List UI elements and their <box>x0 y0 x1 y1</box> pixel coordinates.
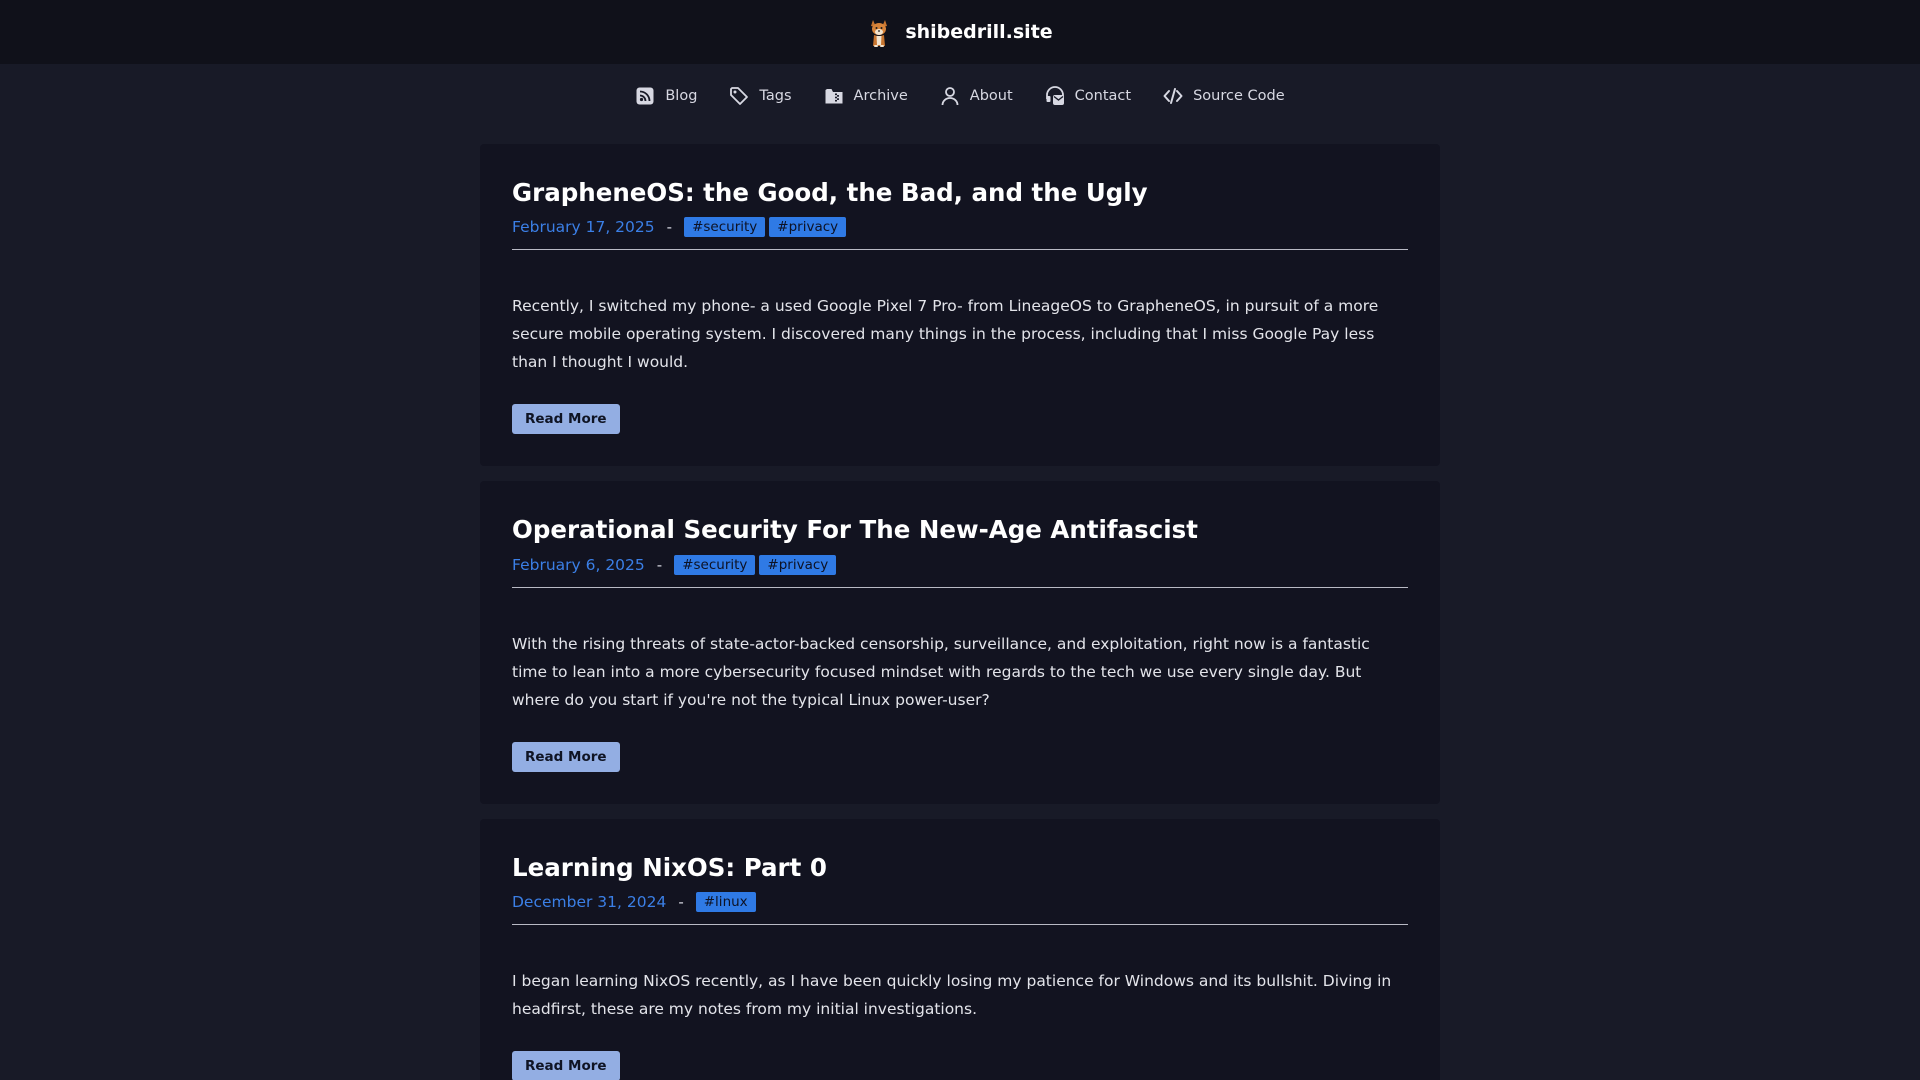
nav-item-blog[interactable]: Blog <box>635 86 697 106</box>
post-date[interactable]: February 17, 2025 <box>512 218 655 236</box>
site-header: shibedrill.site <box>0 0 1920 64</box>
nav-label-contact: Contact <box>1074 88 1132 104</box>
meta-separator: - <box>678 893 684 912</box>
tag-linux[interactable]: #linux <box>695 892 756 913</box>
nav-label-archive: Archive <box>853 88 908 104</box>
post-card: Operational Security For The New-Age Ant… <box>480 481 1440 804</box>
read-more-button[interactable]: Read More <box>512 1051 620 1080</box>
main-nav: Blog Tags Archive About Contact Source C… <box>0 68 1920 124</box>
tag-security[interactable]: #security <box>684 217 766 238</box>
rss-icon <box>635 86 655 106</box>
nav-item-tags[interactable]: Tags <box>729 86 792 106</box>
post-title[interactable]: Operational Security For The New-Age Ant… <box>512 515 1408 544</box>
post-meta: February 17, 2025 - #security #privacy <box>512 217 1408 251</box>
post-date[interactable]: December 31, 2024 <box>512 893 666 911</box>
tag-security[interactable]: #security <box>674 554 756 575</box>
post-meta: December 31, 2024 - #linux <box>512 892 1408 926</box>
nav-item-contact[interactable]: Contact <box>1045 86 1131 106</box>
tag-privacy[interactable]: #privacy <box>759 554 837 575</box>
post-excerpt: Recently, I switched my phone- a used Go… <box>512 297 1379 372</box>
nav-label-blog: Blog <box>665 88 698 104</box>
post-date[interactable]: February 6, 2025 <box>512 556 645 574</box>
shiba-dog-icon[interactable] <box>867 16 891 48</box>
nav-label-about: About <box>969 88 1013 104</box>
meta-separator: - <box>656 555 663 574</box>
nav-item-source-code[interactable]: Source Code <box>1163 86 1285 106</box>
contact-icon <box>1045 86 1065 106</box>
nav-item-about[interactable]: About <box>940 86 1013 106</box>
post-title[interactable]: GrapheneOS: the Good, the Bad, and the U… <box>512 178 1408 207</box>
code-icon <box>1163 86 1183 106</box>
tag-icon <box>729 86 749 106</box>
post-card: GrapheneOS: the Good, the Bad, and the U… <box>480 144 1440 467</box>
person-icon <box>940 86 960 106</box>
read-more-button[interactable]: Read More <box>512 741 620 772</box>
tag-privacy[interactable]: #privacy <box>769 217 847 238</box>
site-title-link[interactable]: shibedrill.site <box>905 21 1052 43</box>
read-more-button[interactable]: Read More <box>512 404 620 435</box>
post-list: GrapheneOS: the Good, the Bad, and the U… <box>480 144 1440 1080</box>
post-excerpt: I began learning NixOS recently, as I ha… <box>512 972 1392 1019</box>
archive-icon <box>824 86 844 106</box>
post-title[interactable]: Learning NixOS: Part 0 <box>512 853 1408 882</box>
nav-item-archive[interactable]: Archive <box>824 86 908 106</box>
nav-label-tags: Tags <box>759 88 792 104</box>
post-card: Learning NixOS: Part 0 December 31, 2024… <box>480 818 1440 1080</box>
meta-separator: - <box>666 218 673 237</box>
nav-label-source-code: Source Code <box>1193 88 1285 104</box>
post-excerpt: With the rising threats of state-actor-b… <box>512 634 1370 709</box>
post-meta: February 6, 2025 - #security #privacy <box>512 554 1408 588</box>
